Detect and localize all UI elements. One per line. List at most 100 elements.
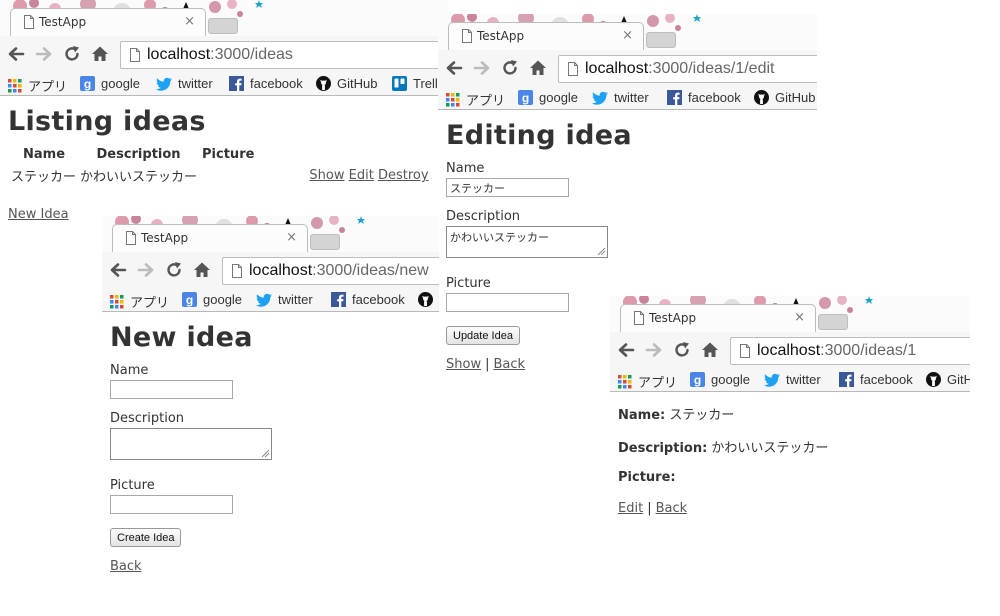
edit-link[interactable]: Edit [349, 168, 374, 183]
new-tab-button[interactable] [818, 314, 848, 330]
apps-grid-icon [110, 294, 124, 308]
description-label: Description [110, 411, 185, 426]
bookmark-twitter[interactable]: twitter [256, 292, 313, 307]
ideas-table: Name Description Picture ステッカー かわいいステッカー… [8, 143, 432, 189]
column-header-picture: Picture [202, 147, 255, 162]
reload-icon[interactable] [164, 260, 184, 280]
edit-link[interactable]: Edit [618, 501, 643, 516]
home-icon[interactable] [192, 260, 212, 280]
show-link[interactable]: Show [309, 168, 344, 183]
tab-testapp[interactable]: TestApp × [10, 8, 206, 36]
arrow-right-icon[interactable] [34, 44, 54, 64]
arrow-left-icon[interactable] [616, 340, 636, 360]
bookmarks-bar: アプリ google twitter facebook GitHub Trell… [0, 72, 448, 96]
picture-label: Picture [110, 478, 155, 493]
github-icon [926, 372, 941, 387]
description-textarea[interactable]: かわいいステッカー [446, 226, 608, 258]
bookmark-twitter[interactable]: twitter [156, 76, 213, 91]
new-idea-link[interactable]: New Idea [8, 207, 69, 222]
bookmark-github[interactable]: GitHub [754, 90, 815, 105]
reload-icon[interactable] [672, 340, 692, 360]
back-link[interactable]: Back [656, 501, 688, 516]
tab-close-button[interactable]: × [184, 14, 195, 29]
tab-testapp[interactable]: TestApp × [112, 224, 308, 252]
picture-label: Picture: [618, 470, 676, 485]
page-icon [130, 48, 140, 62]
resize-grip-icon[interactable] [260, 448, 270, 458]
home-icon[interactable] [528, 58, 548, 78]
bookmark-github[interactable]: GitHub [316, 76, 377, 91]
browser-window-new-idea: TestApp × localhost:3000/ideas/new アプリ g… [102, 216, 439, 616]
update-idea-button[interactable]: Update Idea [446, 326, 520, 345]
address-bar[interactable]: localhost:3000/ideas/1/edit [558, 55, 817, 83]
arrow-right-icon[interactable] [136, 260, 156, 280]
resize-grip-icon[interactable] [596, 246, 606, 256]
back-link[interactable]: Back [493, 357, 525, 372]
address-bar[interactable]: localhost:3000/ideas/new [222, 257, 439, 285]
arrow-left-icon[interactable] [444, 58, 464, 78]
reload-icon[interactable] [500, 58, 520, 78]
bookmark-github[interactable]: GitHub [926, 372, 970, 387]
bookmark-google[interactable]: google [518, 90, 578, 105]
new-tab-button[interactable] [208, 18, 238, 34]
bookmark-facebook[interactable]: facebook [667, 90, 741, 105]
bookmark-twitter[interactable]: twitter [764, 372, 821, 387]
bookmark-apps[interactable]: アプリ [110, 292, 169, 311]
link-separator: | [485, 357, 490, 372]
bookmark-apps[interactable]: アプリ [446, 90, 505, 109]
cell-actions: Show Edit Destroy [259, 166, 428, 185]
tab-close-button[interactable]: × [794, 310, 805, 325]
apps-grid-icon [446, 92, 460, 106]
home-icon[interactable] [90, 44, 110, 64]
page-title: New idea [110, 322, 253, 353]
destroy-link[interactable]: Destroy [378, 168, 429, 183]
arrow-right-icon[interactable] [472, 58, 492, 78]
bookmark-facebook[interactable]: facebook [839, 372, 913, 387]
arrow-right-icon[interactable] [644, 340, 664, 360]
arrow-left-icon[interactable] [6, 44, 26, 64]
name-field[interactable]: ステッカー [446, 178, 569, 197]
bookmark-github[interactable] [418, 292, 433, 307]
new-tab-button[interactable] [646, 32, 676, 48]
bookmark-google[interactable]: google [80, 76, 140, 91]
tab-title: TestApp [141, 231, 189, 245]
bookmark-google[interactable]: google [690, 372, 750, 387]
picture-row: Picture: [618, 470, 962, 485]
bookmark-apps[interactable]: アプリ [8, 76, 67, 95]
github-icon [316, 76, 331, 91]
reload-icon[interactable] [62, 44, 82, 64]
tab-testapp[interactable]: TestApp × [620, 304, 816, 332]
address-url: localhost:3000/ideas/1 [757, 342, 917, 359]
page-icon [462, 29, 472, 43]
picture-field[interactable] [446, 293, 569, 312]
tab-close-button[interactable]: × [622, 28, 633, 43]
show-link[interactable]: Show [446, 357, 481, 372]
description-row: Description: かわいいステッカー [618, 437, 962, 456]
facebook-icon [229, 76, 244, 91]
name-field[interactable] [110, 380, 233, 399]
create-idea-button[interactable]: Create Idea [110, 528, 182, 547]
arrow-left-icon[interactable] [108, 260, 128, 280]
page-content: Name: ステッカー Description: かわいいステッカー Pictu… [610, 404, 970, 516]
tab-close-button[interactable]: × [286, 230, 297, 245]
description-textarea[interactable] [110, 428, 272, 460]
bookmark-facebook[interactable]: facebook [229, 76, 303, 91]
bookmark-apps[interactable]: アプリ [618, 372, 677, 391]
bookmark-facebook[interactable]: facebook [331, 292, 405, 307]
back-link[interactable]: Back [110, 559, 142, 574]
new-tab-button[interactable] [310, 234, 340, 250]
picture-field[interactable] [110, 495, 233, 514]
browser-toolbar: localhost:3000/ideas/new [102, 252, 439, 288]
twitter-bird-icon [256, 293, 272, 307]
tab-title: TestApp [649, 311, 697, 325]
github-icon [418, 292, 433, 307]
tab-testapp[interactable]: TestApp × [448, 22, 644, 50]
bookmark-google[interactable]: google [182, 292, 242, 307]
address-bar[interactable]: localhost:3000/ideas/1 [730, 337, 970, 365]
browser-toolbar: localhost:3000/ideas/1/edit [438, 50, 817, 86]
page-content: New idea Name Description Picture Create… [102, 322, 439, 574]
address-bar[interactable]: localhost:3000/ideas [120, 41, 448, 69]
bookmarks-bar: アプリ google twitter facebook GitHub [610, 368, 970, 392]
home-icon[interactable] [700, 340, 720, 360]
bookmark-twitter[interactable]: twitter [592, 90, 649, 105]
